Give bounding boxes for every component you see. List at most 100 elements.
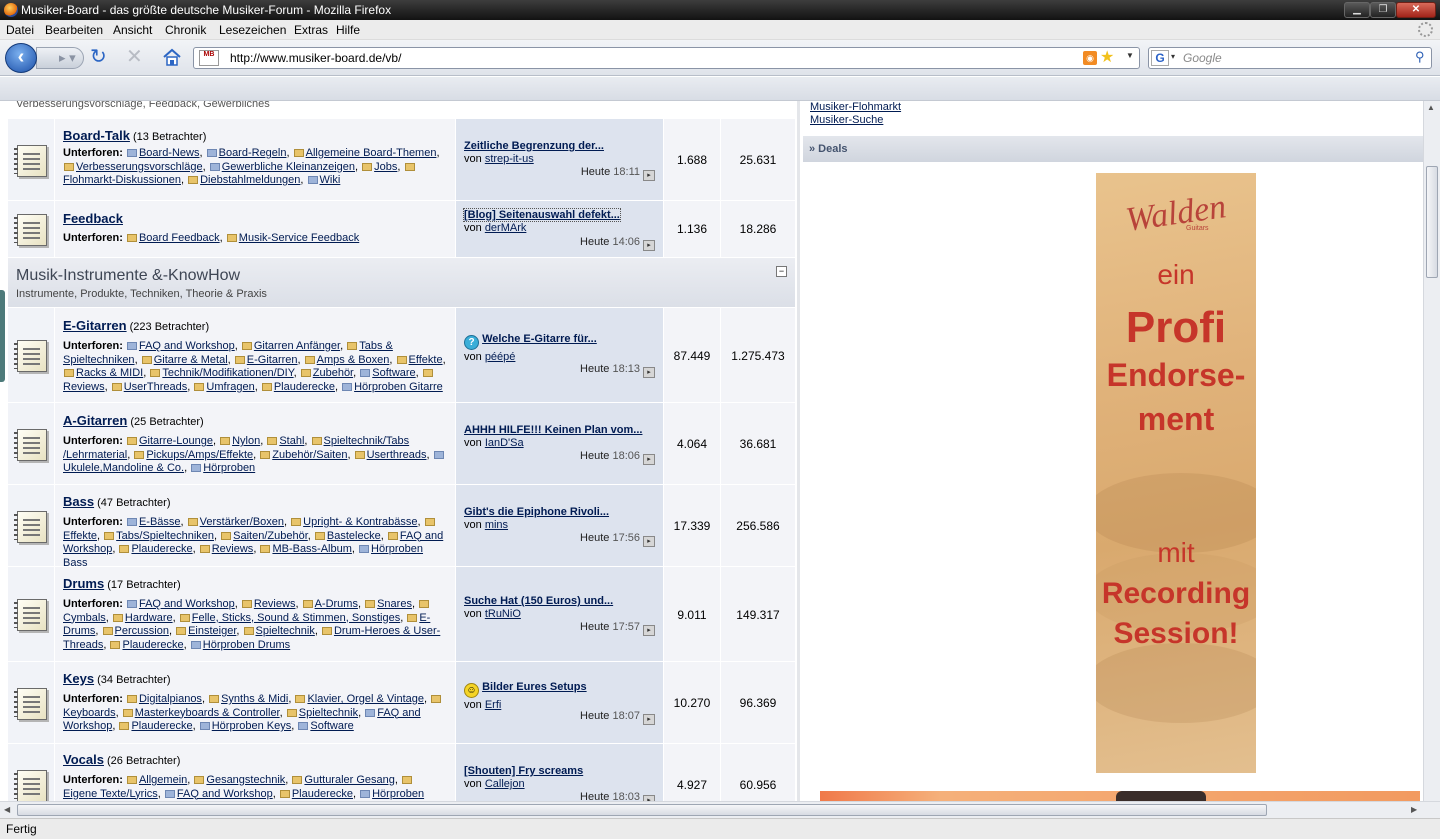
scrollbar-thumb[interactable] xyxy=(1426,166,1438,278)
scrollbar-thumb[interactable] xyxy=(17,804,1267,816)
subforum-link[interactable]: Cymbals xyxy=(63,612,106,624)
side-panel-handle[interactable] xyxy=(0,290,5,382)
engine-dropdown-icon[interactable]: ▾ xyxy=(1171,52,1175,61)
subforum-link[interactable]: Reviews xyxy=(254,598,296,610)
subforum-link[interactable]: Stahl xyxy=(279,435,304,447)
collapse-icon[interactable]: − xyxy=(776,266,787,277)
subforum-link[interactable]: Snares xyxy=(377,598,412,610)
last-post-title[interactable]: Welche E-Gitarre für... xyxy=(482,333,597,345)
forum-title[interactable]: E-Gitarren xyxy=(63,318,127,333)
subforum-link[interactable]: Nylon xyxy=(232,435,260,447)
menu-hilfe[interactable]: Hilfe xyxy=(336,23,360,37)
close-button[interactable]: ✕ xyxy=(1396,2,1436,18)
forum-title[interactable]: Vocals xyxy=(63,752,104,767)
last-post-title[interactable]: [Blog] Seitenauswahl defekt... xyxy=(463,208,621,222)
subforum-link[interactable]: Spieltechnik xyxy=(299,707,358,719)
forum-title[interactable]: A-Gitarren xyxy=(63,413,127,428)
subforum-link[interactable]: Plauderecke xyxy=(131,543,192,555)
subforum-link[interactable]: Zubehör/Saiten xyxy=(272,449,347,461)
subforum-link[interactable]: Jobs xyxy=(374,161,397,173)
subforum-link[interactable]: Gesangstechnik xyxy=(206,774,285,786)
back-button[interactable]: ‹ xyxy=(5,43,37,73)
bookmark-star-icon[interactable]: ★ xyxy=(1100,48,1114,68)
last-post-user[interactable]: péépé xyxy=(485,351,516,363)
subforum-link[interactable]: Saiten/Zubehör xyxy=(233,530,308,542)
subforum-link[interactable]: Musik-Service Feedback xyxy=(239,232,359,244)
subforum-link[interactable]: Klavier, Orgel & Vintage xyxy=(307,693,424,705)
forward-button[interactable]: ▸ ▾ xyxy=(36,47,84,69)
subforum-link[interactable]: Gutturaler Gesang xyxy=(304,774,395,786)
last-post-user[interactable]: tRuNiO xyxy=(485,608,521,620)
subforum-link[interactable]: Plauderecke xyxy=(292,788,353,800)
last-post-title[interactable]: Zeitliche Begrenzung der... xyxy=(464,140,655,152)
forum-title[interactable]: Bass xyxy=(63,494,94,509)
subforum-link[interactable]: Umfragen xyxy=(206,381,254,393)
last-post-title[interactable]: Suche Hat (150 Euros) und... xyxy=(464,595,655,607)
subforum-link[interactable]: Hörproben Keys xyxy=(212,720,292,732)
url-dropdown-icon[interactable]: ▼ xyxy=(1126,51,1134,60)
last-post-user[interactable]: IanD'Sa xyxy=(485,437,524,449)
musiker-suche-link[interactable]: Musiker-Suche xyxy=(810,114,901,127)
subforum-link[interactable]: Wiki xyxy=(320,174,341,186)
subforum-link[interactable]: Digitalpianos xyxy=(139,693,202,705)
subforum-link[interactable]: Plauderecke xyxy=(274,381,335,393)
search-bar[interactable]: G ▾ Google ⚲ xyxy=(1148,47,1432,69)
last-post-user[interactable]: Erfi xyxy=(485,699,502,711)
subforum-link[interactable]: Effekte xyxy=(409,354,443,366)
subforum-link[interactable]: A-Drums xyxy=(315,598,358,610)
subforum-link[interactable]: Hörproben xyxy=(372,788,424,800)
home-icon[interactable] xyxy=(161,46,183,68)
menu-ansicht[interactable]: Ansicht xyxy=(113,23,152,37)
category-title[interactable]: Musik-Instrumente &-KnowHow xyxy=(16,267,240,285)
last-post-title[interactable]: Gibt's die Epiphone Rivoli... xyxy=(464,506,655,518)
subforum-link[interactable]: Pickups/Amps/Effekte xyxy=(146,449,253,461)
subforum-link[interactable]: Effekte xyxy=(63,530,97,542)
goto-last-post-icon[interactable]: ▸ xyxy=(643,714,655,725)
goto-last-post-icon[interactable]: ▸ xyxy=(643,367,655,378)
forum-title[interactable]: Keys xyxy=(63,671,94,686)
forum-title[interactable]: Feedback xyxy=(63,211,123,226)
subforum-link[interactable]: Gitarre & Metal xyxy=(154,354,228,366)
goto-last-post-icon[interactable]: ▸ xyxy=(643,454,655,465)
minimize-button[interactable]: ▁ xyxy=(1344,2,1370,18)
subforum-link[interactable]: Software xyxy=(310,720,353,732)
stop-icon[interactable]: ✕ xyxy=(126,47,143,67)
subforum-link[interactable]: Diebstahlmeldungen xyxy=(200,174,300,186)
subforum-link[interactable]: Board-News xyxy=(139,147,200,159)
goto-last-post-icon[interactable]: ▸ xyxy=(643,170,655,181)
subforum-link[interactable]: Gewerbliche Kleinanzeigen xyxy=(222,161,355,173)
subforum-link[interactable]: Masterkeyboards & Controller xyxy=(135,707,280,719)
forum-title[interactable]: Board-Talk xyxy=(63,128,130,143)
forum-title[interactable]: Drums xyxy=(63,576,104,591)
url-bar[interactable]: MB http://www.musiker-board.de/vb/ ◉ ★ ▼ xyxy=(193,47,1140,69)
url-text[interactable]: http://www.musiker-board.de/vb/ xyxy=(230,51,401,65)
google-engine-icon[interactable]: G xyxy=(1151,50,1169,66)
menu-extras[interactable]: Extras xyxy=(294,23,328,37)
last-post-user[interactable]: strep-it-us xyxy=(485,153,534,165)
subforum-link[interactable]: FAQ and Workshop xyxy=(177,788,273,800)
subforum-link[interactable]: Hörproben Drums xyxy=(203,639,290,651)
subforum-link[interactable]: Felle, Sticks, Sound & Stimmen, Sonstige… xyxy=(192,612,400,624)
last-post-title[interactable]: AHHH HILFE!!! Keinen Plan vom... xyxy=(464,424,655,436)
subforum-link[interactable]: E-Bässe xyxy=(139,516,181,528)
subforum-link[interactable]: Reviews xyxy=(212,543,254,555)
menu-datei[interactable]: Datei xyxy=(6,23,34,37)
walden-ad-banner[interactable]: Walden Guitars ein Profi Endorse- ment m… xyxy=(1096,173,1256,773)
subforum-link[interactable]: Bastelecke xyxy=(327,530,381,542)
subforum-link[interactable]: Plauderecke xyxy=(122,639,183,651)
subforum-link[interactable]: Hardware xyxy=(125,612,173,624)
horizontal-scrollbar[interactable]: ◀ ▶ xyxy=(0,801,1440,818)
scroll-up-icon[interactable]: ▲ xyxy=(1427,103,1435,112)
rss-icon[interactable]: ◉ xyxy=(1083,51,1097,65)
last-post-user[interactable]: Callejon xyxy=(485,778,525,790)
scroll-left-icon[interactable]: ◀ xyxy=(4,805,10,814)
reload-icon[interactable]: ↻ xyxy=(90,47,107,67)
search-icon[interactable]: ⚲ xyxy=(1415,49,1425,65)
subforum-link[interactable]: Eigene Texte/Lyrics xyxy=(63,788,158,800)
subforum-link[interactable]: Keyboards xyxy=(63,707,116,719)
subforum-link[interactable]: Upright- & Kontrabässe xyxy=(303,516,417,528)
deals-header[interactable]: » Deals xyxy=(803,136,1423,162)
goto-last-post-icon[interactable]: ▸ xyxy=(643,240,655,251)
subforum-link[interactable]: Flohmarkt-Diskussionen xyxy=(63,174,181,186)
subforum-link[interactable]: Tabs/Spieltechniken xyxy=(116,530,214,542)
